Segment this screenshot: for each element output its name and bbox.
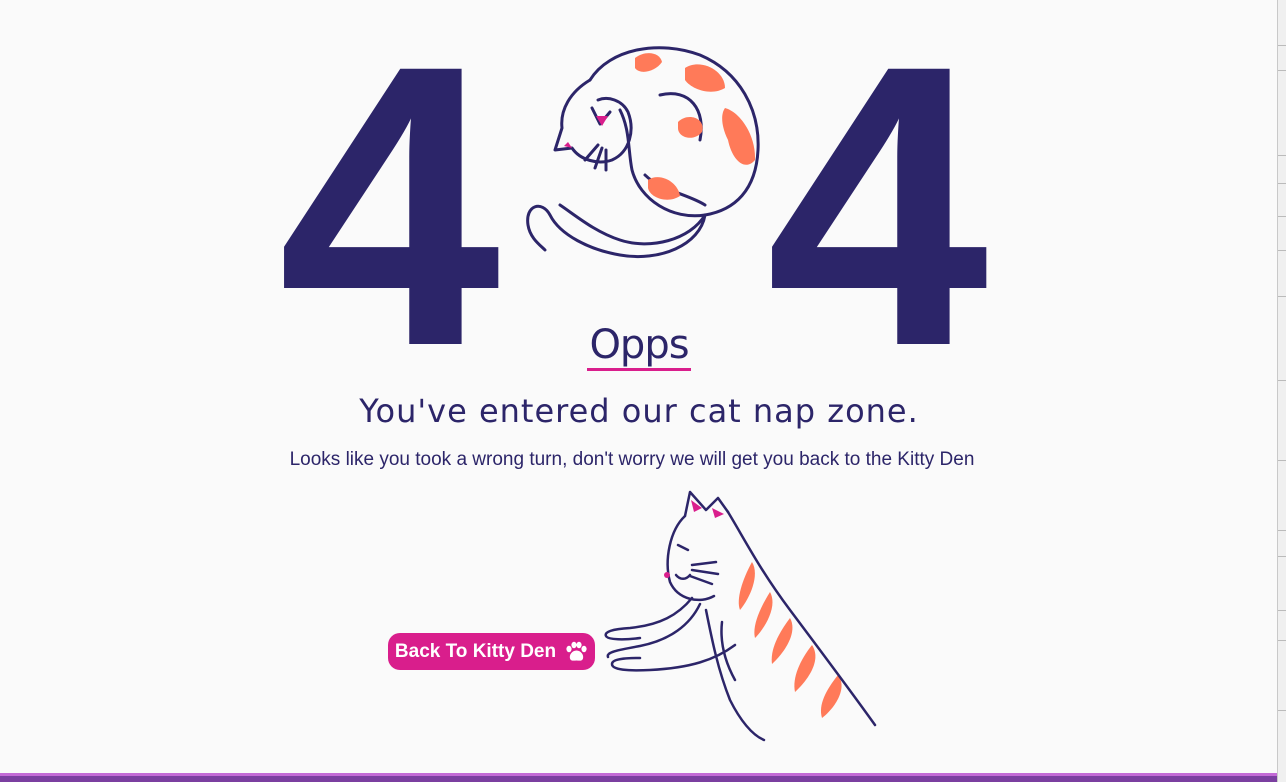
back-button-label: Back To Kitty Den [394, 640, 557, 662]
side-scroll-panel[interactable] [1277, 0, 1286, 782]
sleeping-cat-illustration [526, 46, 760, 259]
page-subtitle: Looks like you took a wrong turn, don't … [289, 449, 975, 470]
bottom-accent-bar [0, 773, 1278, 782]
paw-icon [566, 641, 587, 661]
back-to-kitty-den-button[interactable]: Back To Kitty Den [388, 633, 595, 670]
oops-heading: Opps [0, 322, 1278, 371]
pushing-cat-illustration [604, 490, 877, 742]
oops-text: Opps [587, 322, 691, 371]
page-title: You've entered our cat nap zone. [359, 392, 919, 430]
